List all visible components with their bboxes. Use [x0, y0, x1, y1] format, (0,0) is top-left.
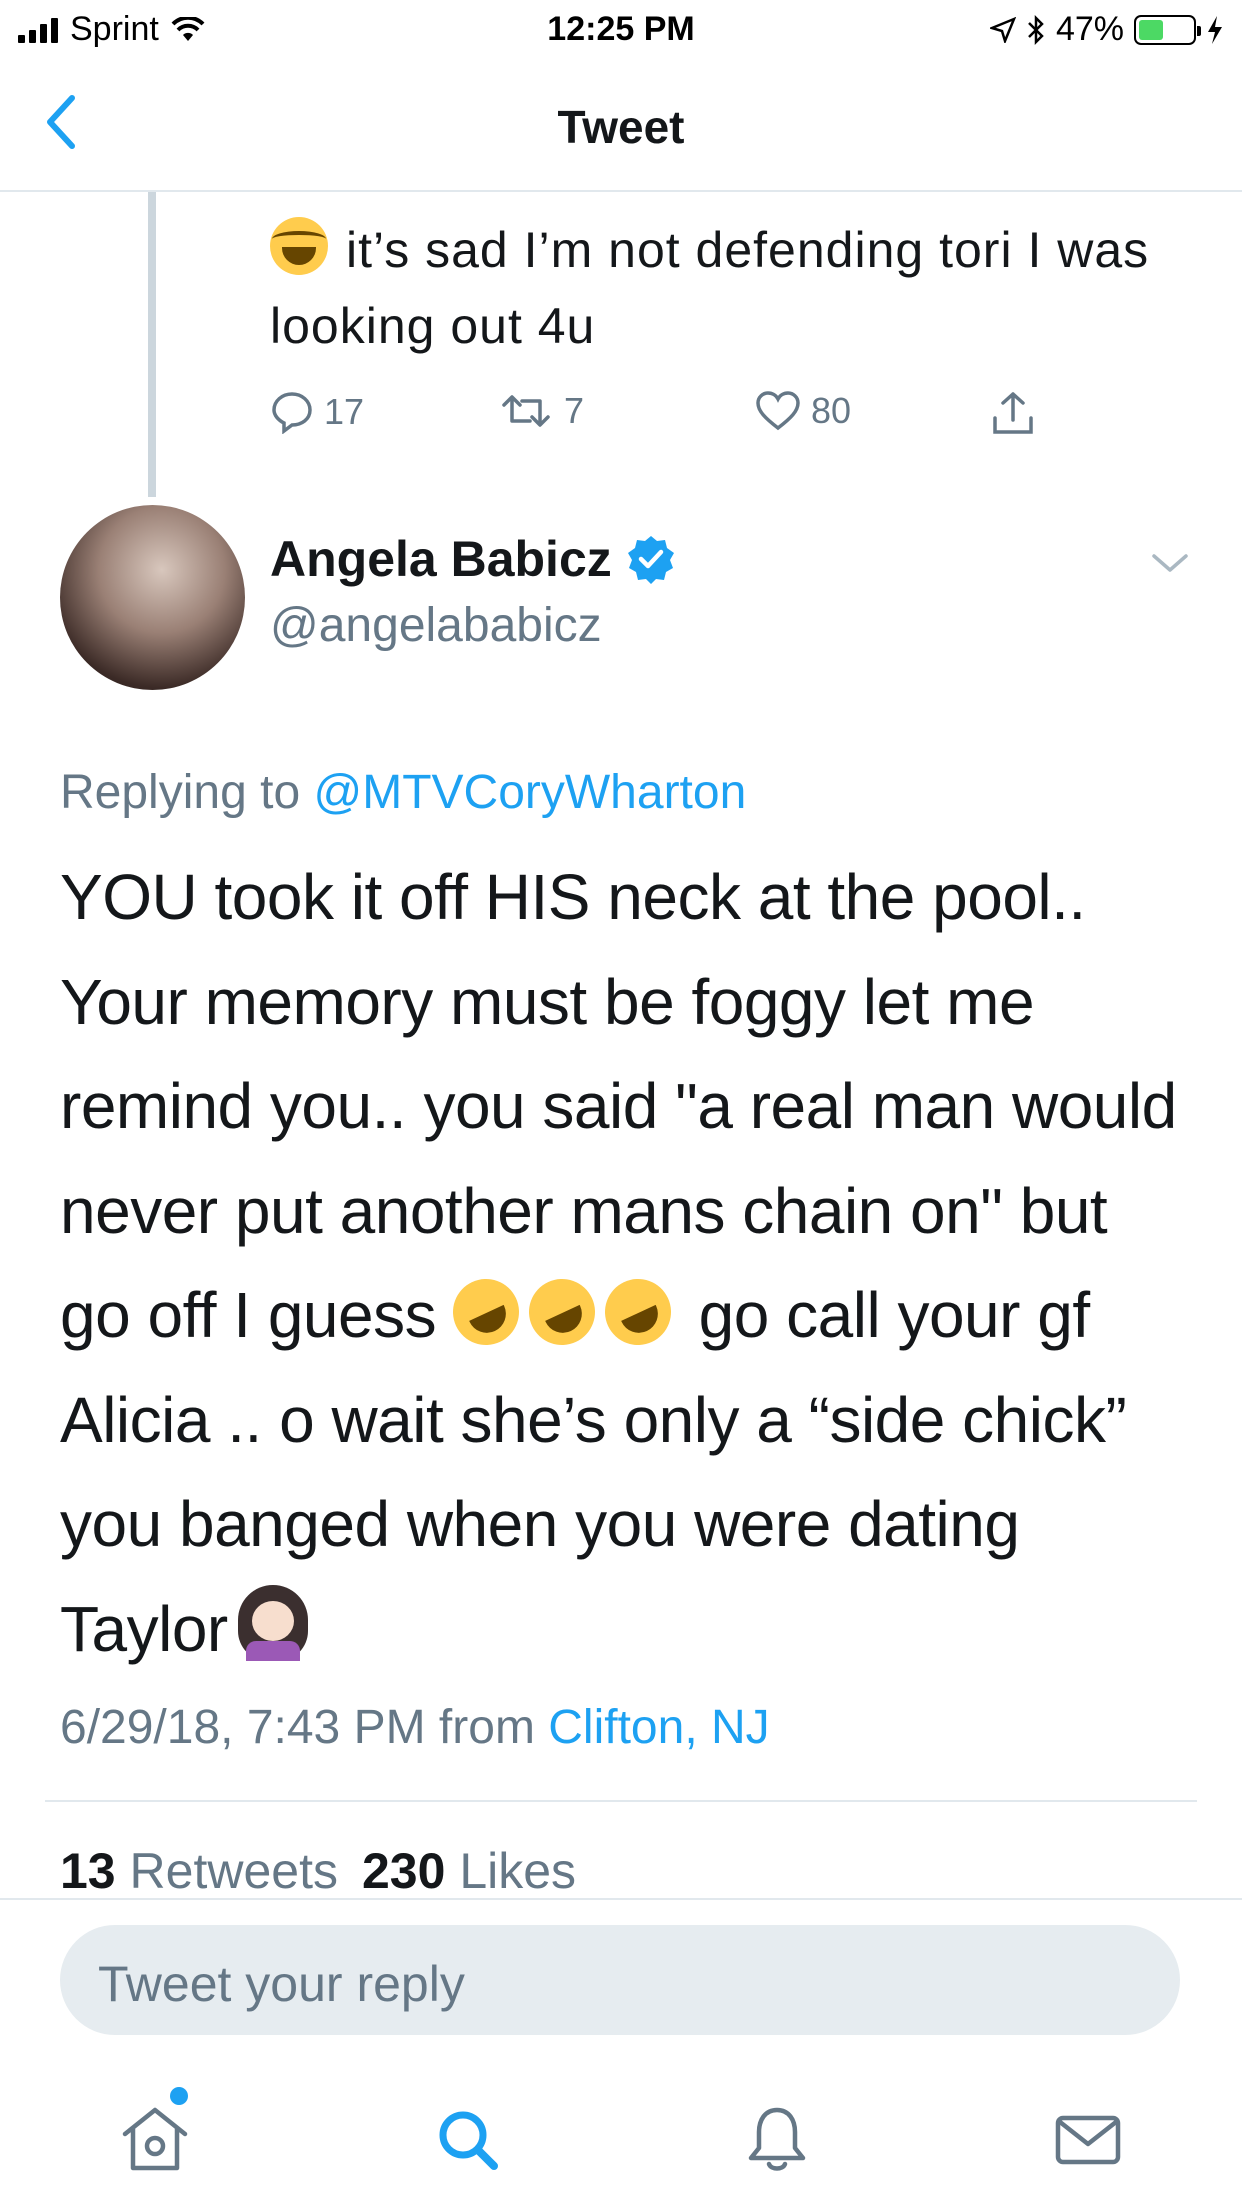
tab-notifications[interactable] — [737, 2100, 817, 2180]
search-icon — [439, 2111, 498, 2170]
likes-stat[interactable]: 230 Likes — [362, 1842, 576, 1900]
bell-icon — [748, 2107, 806, 2171]
tab-messages[interactable] — [1048, 2100, 1128, 2180]
share-icon — [993, 392, 1033, 434]
thread-connector-line — [148, 192, 156, 497]
envelope-icon — [1055, 2115, 1121, 2165]
from-label: from — [438, 1701, 535, 1754]
heart-icon — [756, 391, 800, 431]
share-button[interactable] — [990, 390, 1036, 436]
charging-bolt-icon — [1208, 15, 1222, 44]
author-name-text: Angela Babicz — [270, 531, 612, 587]
retweets-stat[interactable]: 13 Retweets — [60, 1842, 338, 1900]
page-title: Tweet — [557, 101, 685, 153]
like-button[interactable]: 80 — [755, 390, 851, 432]
chevron-down-icon — [1152, 554, 1188, 572]
rofl-emoji-icon — [594, 1268, 683, 1356]
tweet-stats: 13 Retweets 230 Likes — [60, 1842, 576, 1900]
parent-tweet-actions: 17 7 80 — [270, 390, 1070, 450]
battery-fill — [1139, 19, 1164, 40]
tweet-date: 6/29/18, 7:43 PM — [60, 1701, 426, 1754]
status-bar: Sprint 12:25 PM 47% — [0, 0, 1242, 62]
comment-icon — [272, 392, 312, 434]
parent-tweet-body: it’s sad I’m not defending tori I was lo… — [270, 222, 1150, 354]
reply-placeholder: Tweet your reply — [98, 1956, 465, 2012]
location-arrow-icon — [989, 16, 1016, 43]
reply-input[interactable]: Tweet your reply — [60, 1925, 1180, 2035]
bluetooth-icon — [1028, 14, 1044, 45]
like-count: 80 — [811, 390, 852, 431]
retweets-count: 13 — [60, 1843, 116, 1899]
reply-count: 17 — [324, 391, 365, 432]
rofl-emoji-icon — [442, 1268, 531, 1356]
rofl-emoji-icon — [518, 1268, 607, 1356]
avatar[interactable] — [60, 505, 245, 690]
laughing-tears-emoji-icon — [270, 217, 328, 275]
author-handle[interactable]: @angelababicz — [270, 598, 602, 653]
retweet-icon — [502, 395, 550, 427]
likes-count: 230 — [361, 1843, 446, 1899]
tweet-body-text-1: YOU took it off HIS neck at the pool.. Y… — [60, 861, 1177, 1351]
new-content-indicator — [170, 2087, 188, 2105]
divider — [0, 1898, 1242, 1900]
replying-prefix: Replying to — [60, 766, 301, 819]
battery-icon — [1134, 14, 1201, 45]
tab-bar — [0, 2060, 1242, 2208]
location-link[interactable]: Clifton, NJ — [548, 1701, 769, 1754]
retweet-button[interactable]: 7 — [498, 390, 584, 432]
status-right: 47% — [989, 10, 1224, 49]
battery-percent: 47% — [1055, 10, 1124, 48]
parent-tweet-text[interactable]: it’s sad I’m not defending tori I was lo… — [270, 212, 1170, 364]
replying-to: Replying to @MTVCoryWharton — [60, 765, 746, 820]
replying-to-mention-link[interactable]: @MTVCoryWharton — [313, 766, 746, 819]
likes-label: Likes — [459, 1843, 577, 1899]
tweet-timestamp: 6/29/18, 7:43 PM from Clifton, NJ — [60, 1700, 770, 1755]
tab-home[interactable] — [115, 2100, 195, 2180]
tab-search[interactable] — [428, 2100, 508, 2180]
nav-bar: Tweet — [0, 62, 1242, 192]
retweet-count: 7 — [564, 390, 585, 431]
retweets-label: Retweets — [129, 1843, 338, 1899]
author-name[interactable]: Angela Babicz — [270, 530, 676, 588]
facepalm-emoji-icon — [237, 1584, 308, 1661]
divider — [45, 1800, 1197, 1802]
home-icon — [122, 2107, 188, 2171]
tweet-options-button[interactable] — [1150, 548, 1190, 588]
verified-badge-icon — [627, 536, 674, 584]
tweet-body: YOU took it off HIS neck at the pool.. Y… — [60, 845, 1190, 1681]
reply-button[interactable]: 17 — [270, 390, 364, 434]
